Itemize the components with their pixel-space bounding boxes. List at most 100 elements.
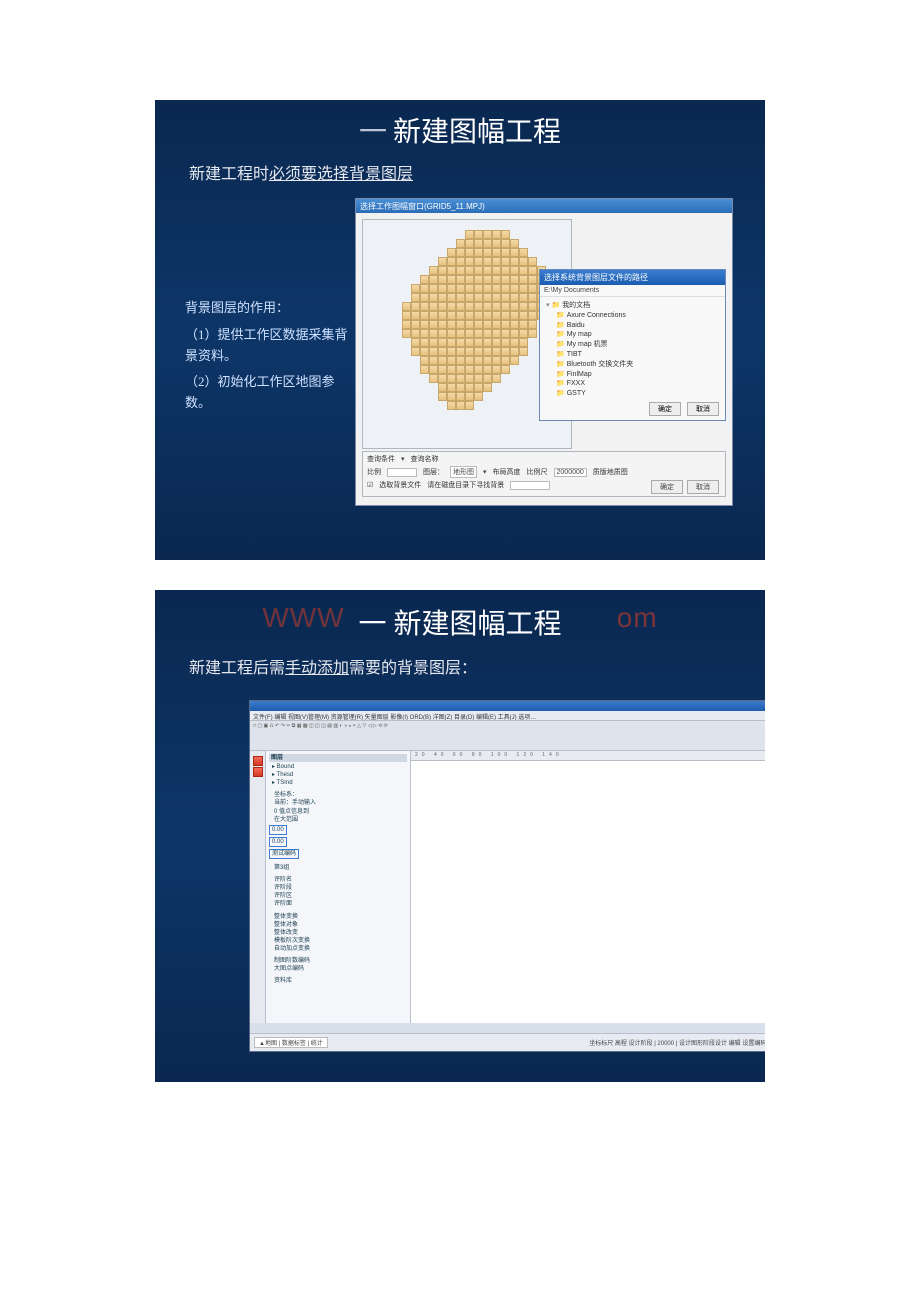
tree-item[interactable]: 📁Axure Connections — [546, 311, 719, 321]
status-left[interactable]: ▲地图 | 数据标签 | 统计 — [254, 1037, 328, 1048]
lbl-query-name: 查询名称 — [411, 454, 439, 464]
left-p1: （1）提供工作区数据采集背景资料。 — [185, 325, 355, 367]
tree-item[interactable]: 📁My map 机票 — [546, 340, 719, 350]
status-right: 坐标标尺 高程 设计阶段 | 20000 | 设计图形阶段设计 编辑 设置编码 … — [589, 1038, 765, 1047]
panel-item[interactable]: 制图阶数编码 — [274, 957, 407, 965]
panel-val: 坐标系： — [274, 791, 407, 799]
panel-item[interactable]: 评阶段 — [274, 884, 407, 892]
tree-item[interactable]: 📁TIBT — [546, 350, 719, 360]
scale-input[interactable] — [387, 468, 417, 477]
map-grid — [393, 230, 553, 430]
subtitle-prefix: 新建工程时 — [189, 166, 269, 183]
dialog-buttons: 确定 取消 — [651, 480, 719, 494]
sel-val[interactable]: 0.00 — [269, 837, 287, 847]
subtitle-prefix: 新建工程后需 — [189, 660, 285, 677]
scale-value[interactable]: 2000000 — [554, 468, 587, 477]
panel-item[interactable]: 自动加点变换 — [274, 945, 407, 953]
panel-item[interactable]: 评阶名 — [274, 876, 407, 884]
tree-item[interactable]: 📁FXXX — [546, 379, 719, 389]
panel-item[interactable]: 整体变换 — [274, 913, 407, 921]
cancel-button[interactable]: 取消 — [687, 480, 719, 494]
file-chooser-title: 选择系统背景图层文件的路径 — [540, 270, 725, 285]
slide1-subtitle: 新建工程时必须要选择背景图层 — [155, 156, 765, 198]
app-toolbars[interactable]: □ ▢ ▣ ⎌ ↶ ↷ ✂ ⧉ ▦ ▩ ◫ ◱ ◲ ▤ ▥ ◐ ◑ ◒ ◓ △ … — [250, 721, 765, 751]
title-dash: 一 — [359, 117, 387, 148]
canvas-ruler: 20 40 60 80 100 120 140 — [411, 751, 765, 761]
lbl-select-bg: 选取背景文件 — [379, 480, 421, 490]
slide2-subtitle: 新建工程后需手动添加需要的背景图层： — [155, 650, 765, 692]
panel-item[interactable]: 评阶区 — [274, 892, 407, 900]
app-left-panel: 图层 ▸ Bound ▸ Thesd ▸ TSmd 坐标系： 当前：手动输入 0… — [266, 751, 411, 1023]
confirm-button[interactable]: 确定 — [651, 480, 683, 494]
tree-item[interactable]: 📁Baidu — [546, 321, 719, 331]
file-chooser-path: E:\My Documents — [540, 285, 725, 297]
panel-val: 当前：手动输入 — [274, 799, 407, 807]
panel-item[interactable]: 资料库 — [274, 977, 407, 985]
sel-val[interactable]: 0.00 — [269, 825, 287, 835]
file-chooser-tree: 📁我的文档 📁Axure Connections 📁Baidu 📁My map … — [540, 297, 725, 403]
lbl-select-hint: 请在磁盘目录下寻找背景 — [427, 480, 504, 490]
lbl-query-cond: 查询条件 — [367, 454, 395, 464]
app-canvas[interactable]: 20 40 60 80 100 120 140 — [411, 751, 765, 1023]
panel-val: 0 值点信息到 — [274, 808, 407, 816]
lbl-geomap: 质版地质图 — [593, 467, 628, 477]
app-screenshot: 文件(F) 编辑 视图(V)管理(M) 资源管理(R) 矢量图层 影像(I) O… — [249, 700, 765, 1052]
app-body: 图层 ▸ Bound ▸ Thesd ▸ TSmd 坐标系： 当前：手动输入 0… — [250, 751, 765, 1023]
tool-icon[interactable] — [253, 767, 263, 777]
panel-group: 坐标系： 当前：手动输入 0 值点信息到 在大范围 — [269, 791, 407, 823]
panel-group: 整体变换 整体对象 整体改变 模板阶次变换 自动加点变换 — [269, 913, 407, 953]
panel-group: 资料库 — [269, 977, 407, 985]
tree-item[interactable]: ▸ Thesd — [269, 771, 407, 779]
panel-item[interactable]: 整体对象 — [274, 921, 407, 929]
tree-item[interactable]: 📁My map — [546, 330, 719, 340]
lbl-scale2: 比例尺 — [527, 467, 548, 477]
panel-group: 制图阶数编码 大图点编码 — [269, 957, 407, 973]
app-titlebar — [250, 701, 765, 711]
slide1-body: 背景图层的作用： （1）提供工作区数据采集背景资料。 （2）初始化工作区地图参数… — [155, 198, 765, 506]
panel-val: 在大范围 — [274, 816, 407, 824]
sel-val[interactable]: 测试编码 — [269, 849, 299, 859]
app-left-strip — [250, 751, 266, 1023]
tree-item[interactable]: 📁Bluetooth 交换文件夹 — [546, 360, 719, 370]
tool-icon[interactable] — [253, 756, 263, 766]
panel-item[interactable]: 模板阶次变换 — [274, 937, 407, 945]
tree-root[interactable]: 📁我的文档 — [546, 302, 590, 309]
subtitle-suffix: 需要的背景图层： — [349, 660, 477, 677]
subtitle-underline: 必须要选择背景图层 — [269, 166, 413, 183]
panel-header: 图层 — [269, 754, 407, 762]
left-heading: 背景图层的作用： — [185, 298, 355, 319]
subtitle-underline: 手动添加 — [285, 660, 349, 677]
app-menubar[interactable]: 文件(F) 编辑 视图(V)管理(M) 资源管理(R) 矢量图层 影像(I) O… — [250, 711, 765, 721]
panel-item[interactable]: 整体改变 — [274, 929, 407, 937]
left-p2: （2）初始化工作区地图参数。 — [185, 372, 355, 414]
lbl-layer: 图层： — [423, 467, 444, 477]
ok-button[interactable]: 确定 — [649, 402, 681, 416]
panel-item[interactable]: 大图点编码 — [274, 965, 407, 973]
dialog-titlebar: 选择工作图幅窗口(GRID5_11.MPJ) — [356, 199, 732, 213]
slide1-title: 一新建图幅工程 — [155, 100, 765, 156]
app-statusbar: ▲地图 | 数据标签 | 统计 坐标标尺 高程 设计阶段 | 20000 | 设… — [250, 1033, 765, 1051]
lbl-layout-h: 布局高度 — [493, 467, 521, 477]
file-chooser-buttons: 确定 取消 — [649, 402, 719, 416]
screenshot-dialog: 选择工作图幅窗口(GRID5_11.MPJ) 选择系统背景图层文件的路径 E:\… — [355, 198, 733, 506]
slide2-title: 一 新建图幅工程 — [155, 602, 765, 650]
panel-item[interactable]: 评阶面 — [274, 900, 407, 908]
panel-group: 评阶名 评阶段 评阶区 评阶面 — [269, 876, 407, 908]
slide2-title-wrap: WWW om 一 新建图幅工程 — [155, 590, 765, 650]
lbl-scale: 比例 — [367, 467, 381, 477]
tree-item[interactable]: 📁GSTY — [546, 389, 719, 399]
cancel-button[interactable]: 取消 — [687, 402, 719, 416]
tree-item[interactable]: 📁FinlMap — [546, 370, 719, 380]
tree-item[interactable]: ▸ Bound — [269, 763, 407, 771]
slide-1: 一新建图幅工程 新建工程时必须要选择背景图层 背景图层的作用： （1）提供工作区… — [155, 100, 765, 560]
panel-group: 第3组 — [269, 864, 407, 872]
tree-item[interactable]: ▸ TSmd — [269, 779, 407, 787]
panel-item[interactable]: 第3组 — [274, 864, 407, 872]
file-chooser-dialog: 选择系统背景图层文件的路径 E:\My Documents 📁我的文档 📁Axu… — [539, 269, 726, 421]
layer-select[interactable]: 地形图 — [450, 466, 477, 478]
slide-2: WWW om 一 新建图幅工程 新建工程后需手动添加需要的背景图层： 文件(F)… — [155, 590, 765, 1082]
slide1-left-col: 背景图层的作用： （1）提供工作区数据采集背景资料。 （2）初始化工作区地图参数… — [185, 198, 355, 506]
dialog-bottom-panel: 查询条件 ▾ 查询名称 比例 图层： 地形图 ▾ 布局高度 比例尺 200000… — [362, 451, 726, 497]
title-text: 新建图幅工程 — [393, 117, 561, 148]
bg-path-input[interactable] — [510, 481, 550, 490]
